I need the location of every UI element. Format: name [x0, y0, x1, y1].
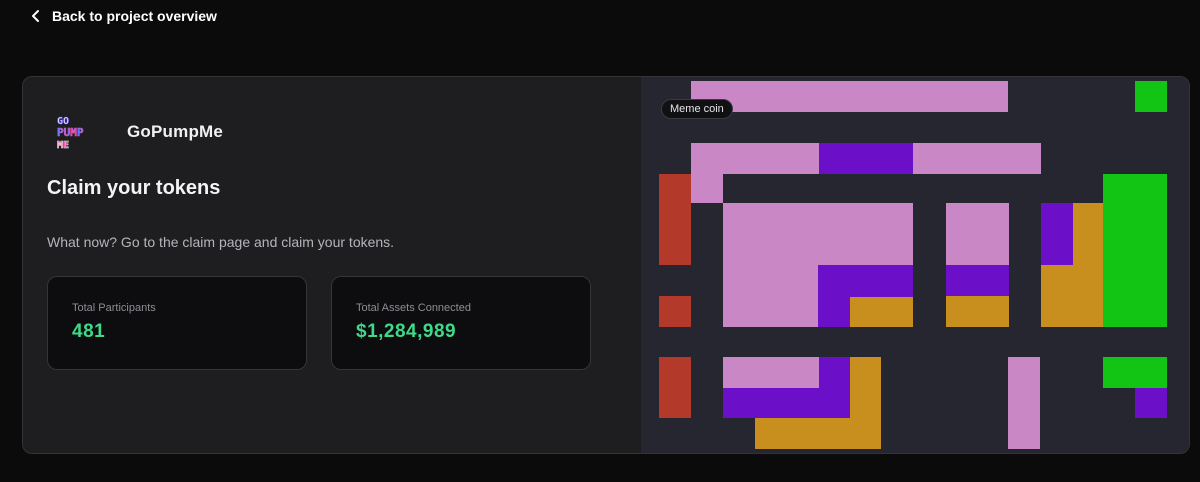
stat-card-participants: Total Participants 481	[47, 276, 307, 370]
gopumpme-logo: GO PUMP ME	[57, 116, 84, 150]
project-card: GO PUMP ME GoPumpMe Claim your tokens Wh…	[22, 76, 1190, 454]
page-description: What now? Go to the claim page and claim…	[47, 234, 395, 250]
stat-label: Total Assets Connected	[356, 302, 471, 314]
pixel-art-image	[659, 81, 1167, 449]
stat-value: $1,284,989	[356, 321, 457, 342]
stat-value: 481	[72, 321, 106, 342]
stat-label: Total Participants	[72, 302, 156, 314]
category-tag: Meme coin	[661, 99, 733, 119]
chevron-left-icon	[32, 10, 39, 22]
project-name: GoPumpMe	[127, 122, 224, 141]
page-title: Claim your tokens	[47, 177, 221, 199]
back-link-label: Back to project overview	[52, 8, 217, 24]
stat-card-assets: Total Assets Connected $1,284,989	[331, 276, 591, 370]
back-to-overview-link[interactable]: Back to project overview	[30, 8, 217, 24]
project-brand: GO PUMP ME GoPumpMe	[55, 114, 223, 150]
svg-text:ME: ME	[57, 140, 69, 150]
project-artwork: Meme coin	[641, 77, 1189, 453]
svg-text:PUMP: PUMP	[57, 126, 84, 139]
project-info: GO PUMP ME GoPumpMe Claim your tokens Wh…	[23, 77, 641, 453]
